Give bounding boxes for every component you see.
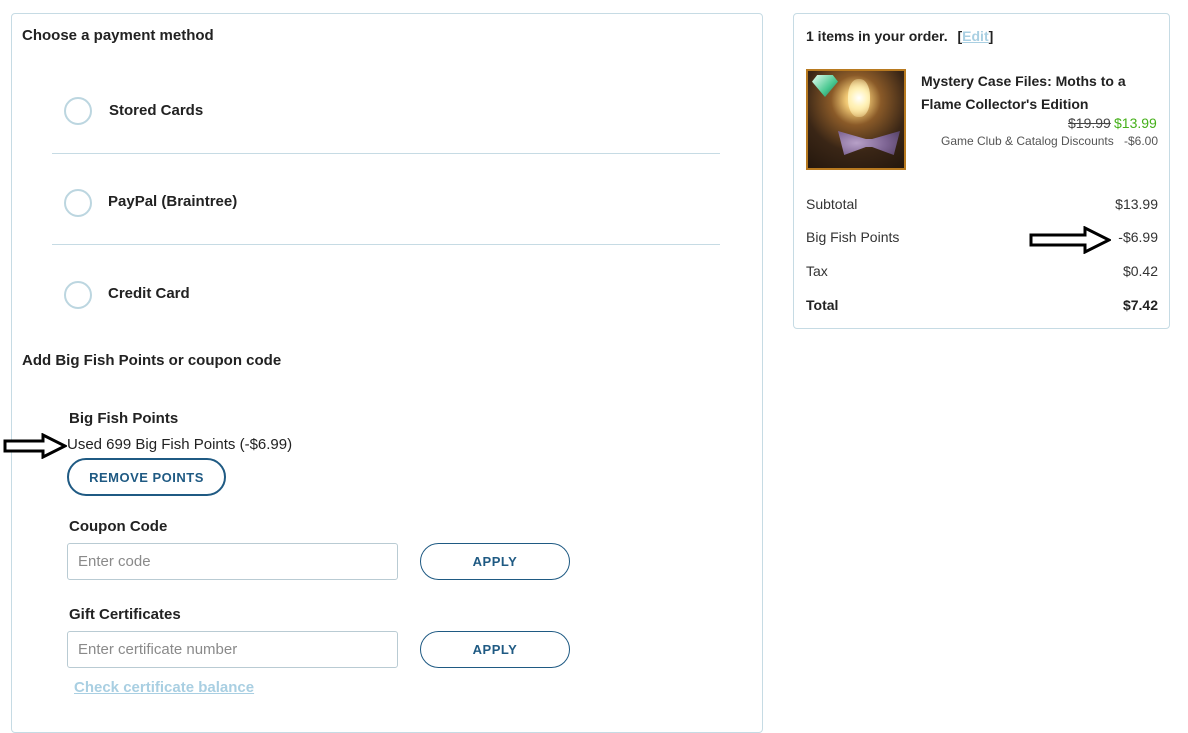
coupon-code-input[interactable]	[67, 543, 398, 580]
paypal-label[interactable]: PayPal (Braintree)	[108, 193, 237, 210]
remove-points-button[interactable]: REMOVE POINTS	[67, 458, 226, 496]
edit-bracket-close: ]	[988, 28, 994, 44]
gem-logo-icon	[812, 75, 838, 97]
discount-value: -$6.00	[1124, 134, 1159, 148]
total-label: Total	[806, 297, 839, 313]
order-heading: 1 items in your order. [Edit]	[806, 28, 993, 44]
sale-price: $13.99	[1114, 115, 1157, 131]
payment-panel	[11, 13, 763, 733]
tax-value: $0.42	[1122, 263, 1158, 279]
gift-certificates-title: Gift Certificates	[69, 606, 181, 623]
stored-cards-label[interactable]: Stored Cards	[109, 102, 203, 119]
discount-label: Game Club & Catalog Discounts	[941, 134, 1114, 148]
credit-card-label[interactable]: Credit Card	[108, 285, 190, 302]
tax-label: Tax	[806, 263, 828, 279]
coupon-code-title: Coupon Code	[69, 518, 168, 535]
separator	[52, 244, 720, 245]
apply-certificate-button[interactable]: APPLY	[420, 631, 570, 668]
big-fish-points-value: -$6.99	[1118, 229, 1158, 245]
big-fish-points-label: Big Fish Points	[806, 229, 900, 245]
check-certificate-balance-link[interactable]: Check certificate balance	[74, 679, 254, 696]
right-arrow-icon	[3, 433, 67, 459]
order-summary-panel	[793, 13, 1170, 329]
points-coupon-title: Add Big Fish Points or coupon code	[22, 352, 282, 369]
separator	[52, 153, 720, 154]
lamp-glow	[848, 79, 870, 117]
total-value: $7.42	[1122, 297, 1158, 313]
radio-paypal-icon[interactable]	[64, 189, 92, 217]
payment-method-title: Choose a payment method	[22, 27, 214, 44]
edit-order-link[interactable]: Edit	[962, 28, 988, 44]
product-thumbnail[interactable]	[806, 69, 906, 170]
apply-coupon-button[interactable]: APPLY	[420, 543, 570, 580]
order-count-text: 1 items in your order.	[806, 28, 948, 44]
original-price: $19.99	[1068, 115, 1111, 131]
points-used-text: Used 699 Big Fish Points (-$6.99)	[67, 436, 293, 453]
certificate-number-input[interactable]	[67, 631, 398, 668]
big-fish-points-title: Big Fish Points	[69, 410, 179, 427]
radio-stored-cards-icon[interactable]	[64, 97, 92, 125]
subtotal-label: Subtotal	[806, 196, 858, 212]
product-title[interactable]: Mystery Case Files: Moths to a Flame Col…	[921, 70, 1161, 116]
subtotal-value: $13.99	[1115, 196, 1158, 212]
radio-credit-card-icon[interactable]	[64, 281, 92, 309]
moth-icon	[838, 131, 900, 155]
